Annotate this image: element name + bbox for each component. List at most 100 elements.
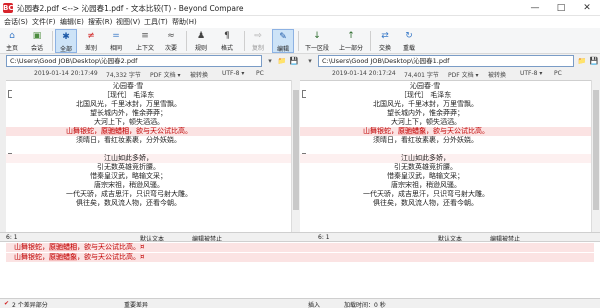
next-section-button[interactable]: ↓ 下一区段 <box>302 29 332 53</box>
rules-button[interactable]: ♟ 规则 <box>190 29 212 53</box>
menu-file[interactable]: 文件(F) <box>32 17 56 27</box>
text-line: 望长城内外，惟余莽莽； <box>6 109 291 118</box>
left-converted-label: 被转换 <box>190 72 209 79</box>
text-line: 唐宗宋祖，稍逊风骚。 <box>6 181 291 190</box>
line-text: 唐宗宋祖，稍逊风骚。 <box>391 181 461 189</box>
right-vertical-scrollbar[interactable] <box>591 80 600 232</box>
text-line: 惜秦皇汉武，略输文采； <box>300 172 591 181</box>
minimize-icon[interactable]: — <box>522 0 548 16</box>
format-button[interactable]: ¶ 格式 <box>214 29 240 53</box>
text-line: 唐宗宋祖，稍逊风骚。 <box>300 181 591 190</box>
session-button[interactable]: ▣ 会话 <box>26 29 48 53</box>
menu-tools[interactable]: 工具(T) <box>144 17 168 27</box>
toolbar-separator <box>244 31 245 51</box>
save-icon[interactable]: 💾 <box>588 55 600 67</box>
detail-right-post: ，欲与天公试比高。¤ <box>77 253 145 261</box>
prev-section-button[interactable]: ↑ 上一部分 <box>336 29 366 53</box>
line-text: 北国风光，千里冰封，万里雪飘。 <box>76 100 181 108</box>
browse-folder-icon[interactable]: 📁 <box>276 55 288 67</box>
line-text: 大河上下，顿失滔滔。 <box>94 118 164 126</box>
show-diff-button[interactable]: ≠ 差别 <box>80 29 102 53</box>
browse-folder-icon[interactable]: 📁 <box>576 55 588 67</box>
diff-highlight: 原驰蜡相 <box>101 127 129 135</box>
left-line-ending[interactable]: PC <box>256 70 264 77</box>
swap-icon: ⇄ <box>381 31 389 41</box>
minor-button[interactable]: ≈ 次要 <box>160 29 182 53</box>
show-diff-label: 差别 <box>84 45 97 52</box>
line-text: 沁园春·雪 <box>410 82 441 90</box>
text-line: 沁园春·雪 <box>6 82 291 91</box>
menu-help[interactable]: 帮助(H) <box>172 17 197 27</box>
line-text: 大河上下，顿失滔滔。 <box>391 118 461 126</box>
right-text-pane[interactable]: 沁园春·雪 ［现代］ 毛泽东 北国风光，千里冰封，万里雪飘。 望长城内外，惟余莽莽；大… <box>300 80 591 232</box>
left-info-bar: 2019-01-14 20:17:49 74,332 字节 PDF 文档 ▾ 被… <box>0 68 300 80</box>
toolbar-separator <box>52 31 53 51</box>
text-line <box>300 145 591 154</box>
text-line: ［现代］ 毛泽东 <box>300 91 591 100</box>
left-text-pane[interactable]: 沁园春·雪 ［现代］ 毛泽东 北国风光，千里冰封，万里雪飘。 望长城内外，惟余莽莽；大… <box>6 80 291 232</box>
toolbar-separator <box>186 31 187 51</box>
left-format-select[interactable]: PDF 文档 ▾ <box>150 70 181 79</box>
line-text: 山舞银蛇， <box>66 127 101 135</box>
detail-line-left: 山舞银蛇，原驰蜡相，欲与天公试比高。¤ <box>6 243 594 252</box>
left-vertical-scrollbar[interactable] <box>291 80 300 232</box>
detail-left-pre: 山舞银蛇， <box>14 243 49 251</box>
line-detail-pane[interactable]: 山舞银蛇，原驰蜡相，欲与天公试比高。¤ 山舞银蛇，原驰蜡象，欲与天公试比高。¤ <box>0 241 600 263</box>
right-file-size: 74,401 字节 <box>404 72 439 79</box>
right-converted-label: 被转换 <box>488 72 507 79</box>
text-line: 须晴日，看红妆素裹，分外妖娆。 <box>300 136 591 145</box>
left-path-input[interactable]: C:\Users\Good JOB\Desktop\沁园春2.pdf <box>6 55 262 67</box>
text-line: 北国风光，千里冰封，万里雪飘。 <box>300 100 591 109</box>
home-label: 主页 <box>5 45 18 52</box>
left-file-date: 2019-01-14 20:17:49 <box>34 70 98 77</box>
line-text: ，欲与天公试比高。 <box>129 127 192 135</box>
line-text: 引无数英雄竞折腰。 <box>97 163 160 171</box>
home-button[interactable]: ⌂ 主页 <box>2 29 22 53</box>
left-file-size: 74,332 字节 <box>106 72 141 79</box>
copy-label: 复制 <box>251 45 264 52</box>
right-line-ending[interactable]: PC <box>554 70 562 77</box>
close-icon[interactable]: ✕ <box>574 0 600 16</box>
edit-button[interactable]: ✎ 编辑 <box>272 29 294 53</box>
reload-icon: ↻ <box>405 31 413 41</box>
menu-view[interactable]: 视图(V) <box>116 17 140 27</box>
diff-count: 2 个差异部分 <box>12 302 48 308</box>
swap-button[interactable]: ⇄ 交换 <box>374 29 396 53</box>
right-encoding-select[interactable]: UTF-8 ▾ <box>520 70 542 77</box>
maximize-icon[interactable]: □ <box>548 0 574 16</box>
line-text: 望长城内外，惟余莽莽； <box>90 109 167 117</box>
session-label: 会话 <box>30 45 43 52</box>
line-text: 山舞银蛇， <box>363 127 398 135</box>
history-dropdown-icon[interactable]: ▾ <box>304 55 316 67</box>
home-icon: ⌂ <box>9 31 15 41</box>
right-cursor-position: 6: 1 <box>318 234 330 241</box>
session-icon: ▣ <box>32 31 42 41</box>
show-same-button[interactable]: = 相同 <box>105 29 127 53</box>
show-all-button[interactable]: ✱ 全部 <box>55 29 77 53</box>
text-line: 大河上下，顿失滔滔。 <box>6 118 291 127</box>
right-format-select[interactable]: PDF 文档 ▾ <box>448 70 479 79</box>
line-text: 沁园春·雪 <box>113 82 144 90</box>
menu-session[interactable]: 会话(S) <box>4 17 28 27</box>
left-encoding-select[interactable]: UTF-8 ▾ <box>222 70 244 77</box>
scroll-thumb[interactable] <box>293 90 299 210</box>
history-dropdown-icon[interactable]: ▾ <box>264 55 276 67</box>
text-line: 引无数英雄竞折腰。 <box>300 163 591 172</box>
menu-edit[interactable]: 编辑(E) <box>60 17 84 27</box>
format-label: 格式 <box>220 45 233 52</box>
save-icon[interactable]: 💾 <box>288 55 300 67</box>
text-line <box>6 145 291 154</box>
detail-empty-area <box>0 263 600 298</box>
show-same-label: 相同 <box>109 45 122 52</box>
reload-button[interactable]: ↻ 重载 <box>398 29 420 53</box>
text-line: 大河上下，顿失滔滔。 <box>300 118 591 127</box>
right-path-input[interactable]: C:\Users\Good JOB\Desktop\沁园春1.pdf <box>318 55 574 67</box>
copy-button[interactable]: ⇨ 复制 <box>248 29 268 53</box>
app-logo-icon: BC <box>3 3 14 13</box>
text-line: 北国风光，千里冰封，万里雪飘。 <box>6 100 291 109</box>
all-icon: ✱ <box>62 32 70 42</box>
scroll-thumb[interactable] <box>593 90 599 210</box>
menu-search[interactable]: 搜索(R) <box>88 17 112 27</box>
context-button[interactable]: ≡ 上下文 <box>132 29 158 53</box>
detail-left-post: ，欲与天公试比高。¤ <box>77 243 145 251</box>
